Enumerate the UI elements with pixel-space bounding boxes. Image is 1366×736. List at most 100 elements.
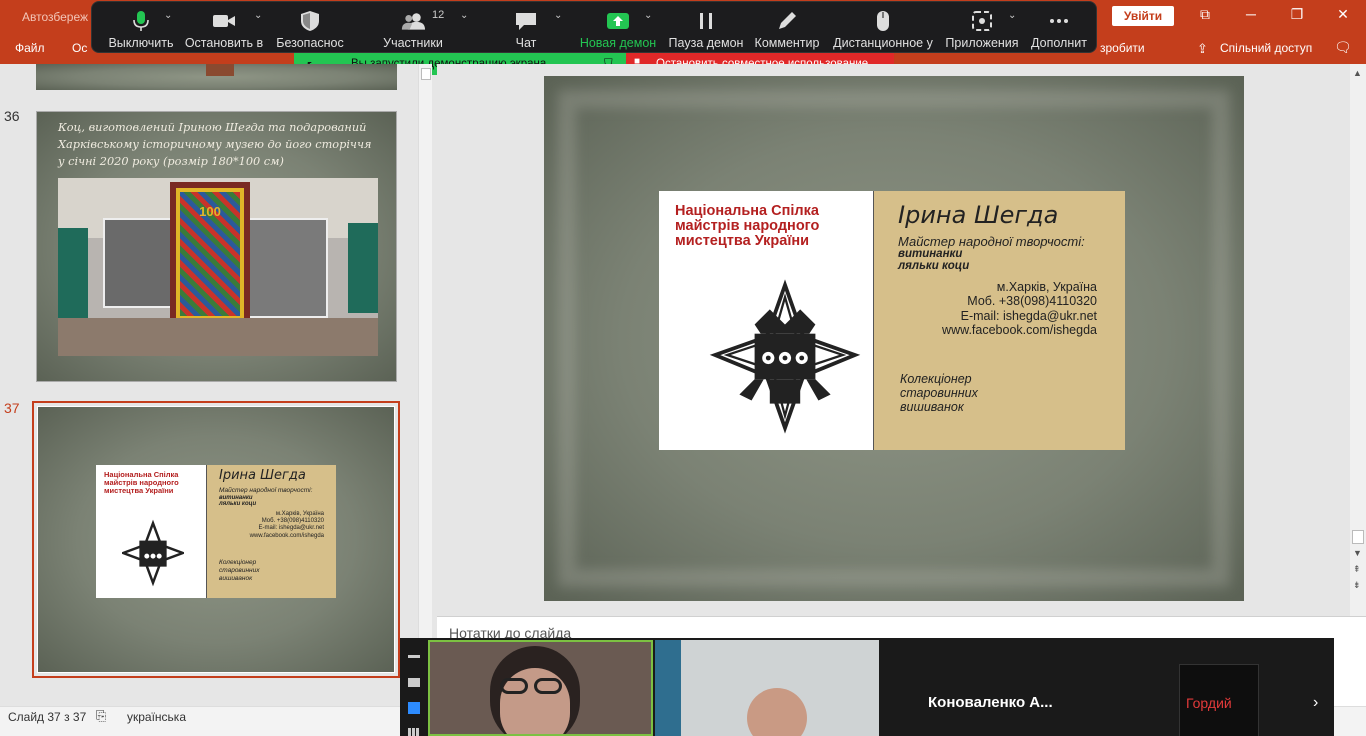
restore-icon[interactable]: ❐ [1286,6,1308,23]
org-name: Національна Спілка майстрів народного ми… [104,470,179,495]
ornament-logo-icon [122,519,184,587]
tell-me[interactable]: зробити [1100,41,1145,55]
slide-caption: Коц, виготовлений Іриною Шегда та подаро… [58,121,372,168]
chevron-down-icon[interactable]: ⌄ [644,10,652,21]
chevron-right-icon[interactable]: › [1313,694,1318,712]
kots-rug: 100 [170,182,250,326]
slide-thumbnail-37-selected[interactable]: Національна Спілка майстрів народного ми… [32,401,400,678]
business-card-thumb: Національна Спілка майстрів народного ми… [96,465,336,598]
close-icon[interactable]: ✕ [1332,6,1354,23]
strip-minimize-icon[interactable] [408,655,420,658]
business-card[interactable]: Національна Спілка майстрів народного ми… [659,191,1125,450]
crafts-list: витинанки ляльки коци [898,248,970,273]
photo-floor [58,318,378,356]
chevron-down-icon[interactable]: ⌄ [164,10,172,21]
rug-number: 100 [199,204,221,219]
thumbnail-scrollbar[interactable] [418,64,432,706]
person-face [747,688,807,736]
apps-button[interactable]: ⌄ Приложения [944,2,1020,54]
more-button[interactable]: Дополнит [1024,2,1094,54]
language-indicator[interactable]: українська [127,710,186,724]
contact-block: м.Харків, Україна Моб. +38(098)4110320 E… [250,511,324,540]
video-tile-participant-4[interactable]: Гордий › [1107,640,1333,736]
card-right: Ірина Шегда Майстер народної творчості: … [206,465,336,598]
strip-grid-icon[interactable] [408,728,420,736]
share-button[interactable]: Спільний доступ [1220,41,1312,55]
door-frame [655,640,681,736]
image-fragment [206,64,234,76]
collector-note: Колекціонер старовинних вишиванок [900,372,978,414]
card-left: Національна Спілка майстрів народного ми… [659,191,873,450]
participants-icon [401,13,425,30]
website: www.facebook.com/ishegda [942,323,1097,338]
strip-single-icon[interactable] [408,678,420,687]
tab-home[interactable]: Ос [72,41,87,55]
previous-slide-icon[interactable]: ⇞ [1353,564,1361,575]
exhibition-photo: 100 [58,178,378,356]
tab-file[interactable]: Файл [15,41,45,55]
chevron-down-icon[interactable]: ⌄ [554,10,562,21]
security-button[interactable]: Безопаснос [272,2,348,54]
contact-block: м.Харків, Україна Моб. +38(098)4110320 E… [942,280,1097,338]
autosave-label[interactable]: Автозбереж [22,10,88,24]
chevron-down-icon[interactable]: ⌄ [1008,10,1016,21]
slide-thumbnail-36[interactable]: Коц, виготовлений Іриною Шегда та подаро… [36,111,397,382]
ribbon-display-icon[interactable]: ⧉ [1194,6,1216,23]
comments-icon[interactable]: 🗨 [1334,39,1352,56]
scroll-thumb[interactable] [421,68,431,80]
chat-button[interactable]: ⌄ Чат [496,2,563,54]
share-screen-icon [607,13,629,29]
org-name: Національна Спілка майстрів народного ми… [675,203,820,250]
photo-panel [348,223,378,313]
photo-panel [58,228,88,318]
annotate-button[interactable]: Комментир [752,2,822,54]
card-left: Національна Спілка майстрів народного ми… [96,465,206,598]
stop-video-button[interactable]: ⌄ Остановить в [184,2,264,54]
current-slide[interactable]: Національна Спілка майстрів народного ми… [544,76,1244,601]
email: E-mail: ishegda@ukr.net [960,308,1097,323]
strip-view-icon[interactable] [408,702,420,714]
mute-button[interactable]: ⌄ Выключить [100,2,182,54]
ornament-logo-icon [709,279,861,434]
video-tile-speaker[interactable] [428,640,653,736]
spellcheck-icon[interactable]: ⎘ [96,708,106,724]
participants-button[interactable]: 12 ⌄ Участники [370,2,468,54]
gordiy-logo-text: Гордий [1186,695,1232,711]
card-right: Ірина Шегда Майстер народної творчості: … [873,191,1125,450]
chevron-down-icon[interactable]: ⌄ [254,10,262,21]
microphone-icon [133,11,149,31]
pause-share-button[interactable]: Пауза демон [666,2,746,54]
participant-name: Коноваленко А... [928,694,1053,711]
person-name: Ірина Шегда [898,201,1059,229]
display-case [248,218,328,318]
more-icon [1050,19,1068,23]
video-tile-participant-3[interactable]: Коноваленко А... [881,640,1105,736]
new-share-button[interactable]: ⌄ Новая демон [578,2,658,54]
next-slide-icon[interactable]: ⇟ [1353,580,1361,591]
phone: Моб. +38(098)4110320 [261,518,324,525]
video-tile-participant-2[interactable] [655,640,879,736]
minimize-icon[interactable]: ─ [1240,6,1262,22]
participants-count: 12 [432,9,445,21]
apps-icon [972,11,992,31]
chevron-down-icon[interactable]: ⌄ [460,10,468,21]
shield-icon [301,11,319,31]
pause-icon [700,13,712,29]
slide-counter: Слайд 37 з 37 [8,710,87,724]
chat-bubble-icon [516,13,536,30]
website: www.facebook.com/ishegda [249,532,324,539]
phone: Моб. +38(098)4110320 [967,294,1097,309]
remote-control-button[interactable]: Дистанционное у [830,2,936,54]
city: м.Харків, Україна [275,511,324,517]
person-title: Майстер народної творчості: [219,487,313,494]
scroll-thumb[interactable] [1352,530,1364,544]
mouse-icon [877,11,889,31]
scroll-up-icon[interactable]: ▲ [1353,68,1362,78]
slide-scrollbar[interactable]: ▲ ▼ ⇞ ⇟ [1350,64,1366,616]
zoom-meeting-toolbar: ⌄ Выключить ⌄ Остановить в Безопаснос 12… [91,1,1097,53]
collector-note: Колекціонер старовинних вишиванок [219,559,260,582]
scroll-down-icon[interactable]: ▼ [1353,548,1362,558]
share-icon[interactable]: ⇪ [1197,41,1208,57]
slide-thumbnail-35[interactable] [36,64,397,90]
sign-in-button[interactable]: Увійти [1112,6,1174,26]
